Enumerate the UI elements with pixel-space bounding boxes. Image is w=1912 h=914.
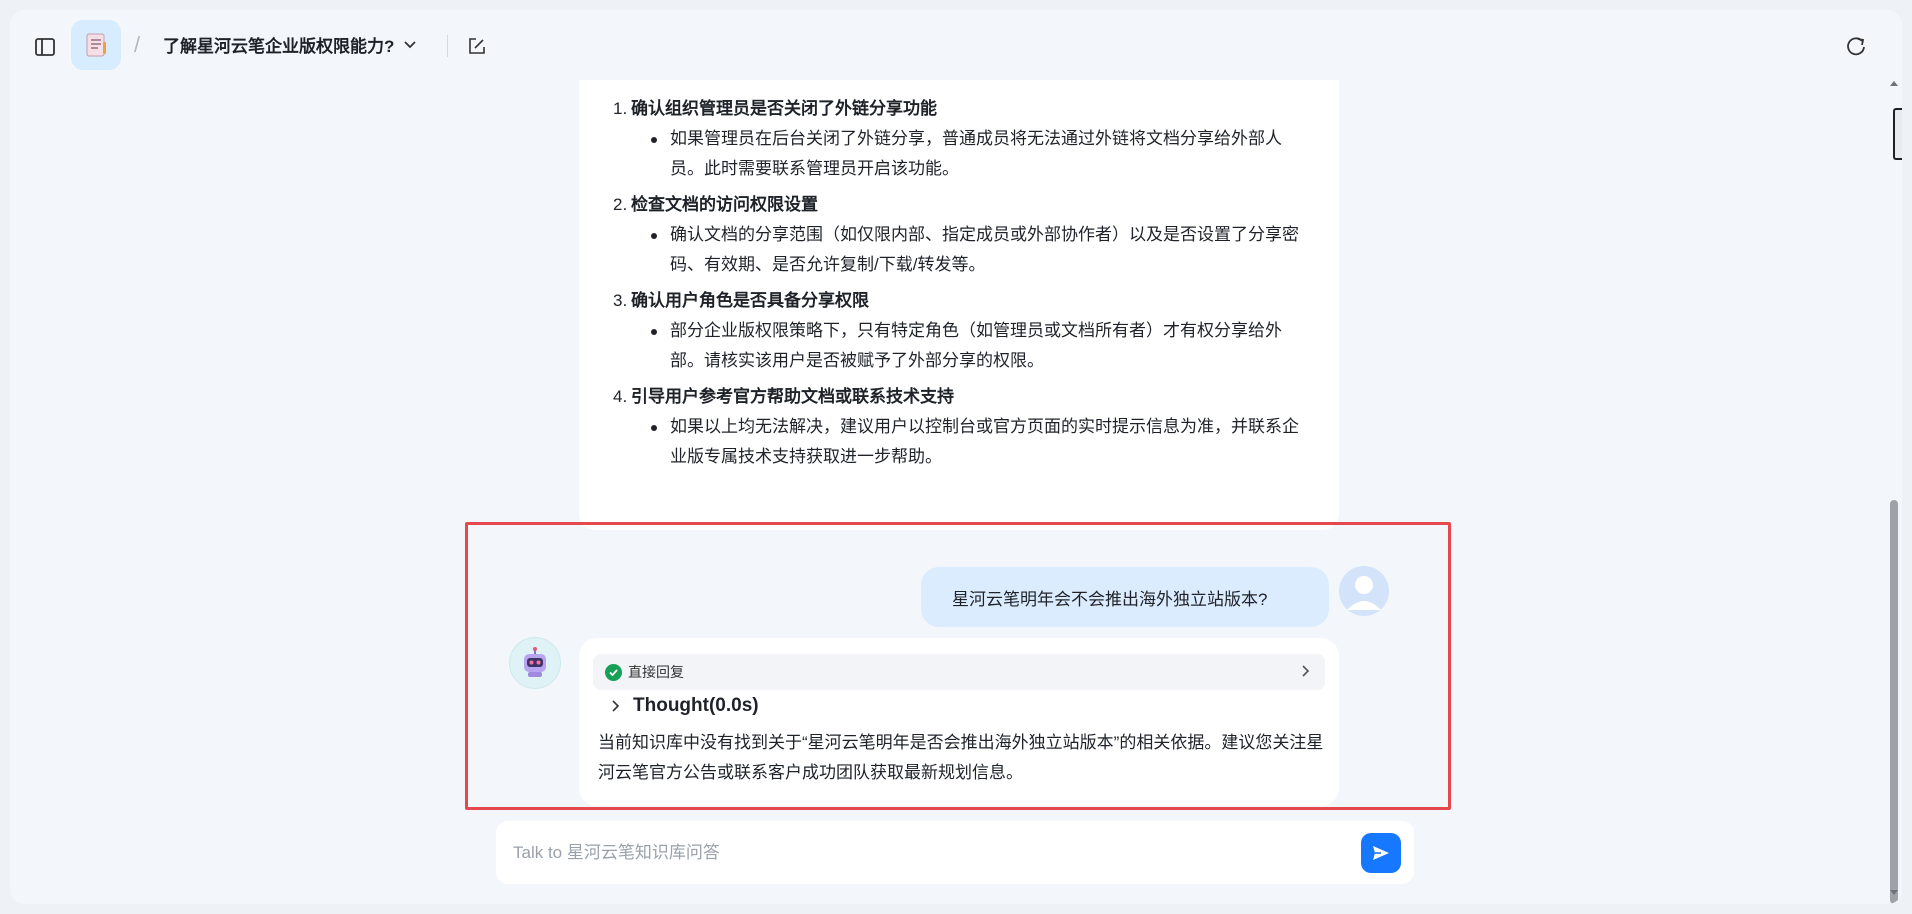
list-item: 4. 引导用户参考官方帮助文档或联系技术支持 如果以上均无法解决，建议用户以控制台… bbox=[613, 382, 1311, 472]
bullet-text: 部分企业版权限策略下，只有特定角色（如管理员或文档所有者）才有权分享给外部。请核… bbox=[670, 321, 1282, 370]
app-window: / 了解星河云笔企业版权限能力? 1. 确认组织管理员是否关闭了外链分享功能 如果… bbox=[10, 10, 1902, 904]
header-divider bbox=[447, 35, 448, 57]
bullet-dot bbox=[651, 137, 657, 143]
chat-input-bar bbox=[496, 821, 1414, 884]
bullet-dot bbox=[651, 425, 657, 431]
header-bar: / 了解星河云笔企业版权限能力? bbox=[10, 10, 1902, 80]
sidebar-toggle-icon[interactable] bbox=[34, 36, 56, 58]
scroll-down-arrow-icon[interactable] bbox=[1890, 888, 1898, 896]
scrollbar-thumb[interactable] bbox=[1890, 500, 1898, 904]
new-chat-icon[interactable] bbox=[465, 34, 489, 58]
list-heading: 确认组织管理员是否关闭了外链分享功能 bbox=[631, 99, 937, 118]
list-item: 2. 检查文档的访问权限设置 确认文档的分享范围（如仅限内部、指定成员或外部协作者… bbox=[613, 190, 1311, 280]
list-item: 3. 确认用户角色是否具备分享权限 部分企业版权限策略下，只有特定角色（如管理员或… bbox=[613, 286, 1311, 376]
refresh-icon[interactable] bbox=[1844, 34, 1868, 58]
list-heading: 引导用户参考官方帮助文档或联系技术支持 bbox=[631, 387, 954, 406]
chevron-down-icon bbox=[404, 40, 417, 48]
list-number: 1. bbox=[613, 99, 628, 118]
previous-answer-card: 1. 确认组织管理员是否关闭了外链分享功能 如果管理员在后台关闭了外链分享，普通成… bbox=[579, 80, 1339, 530]
list-item: 1. 确认组织管理员是否关闭了外链分享功能 如果管理员在后台关闭了外链分享，普通成… bbox=[613, 94, 1311, 184]
scrollbar[interactable] bbox=[1888, 80, 1900, 904]
scroll-up-arrow-icon[interactable] bbox=[1890, 80, 1898, 88]
list-number: 4. bbox=[613, 387, 628, 406]
list-number: 3. bbox=[613, 291, 628, 310]
conversation-title-dropdown[interactable]: 了解星河云笔企业版权限能力? bbox=[163, 32, 417, 57]
bullet-text: 确认文档的分享范围（如仅限内部、指定成员或外部协作者）以及是否设置了分享密码、有… bbox=[670, 225, 1299, 274]
notebook-icon bbox=[86, 33, 106, 57]
chat-input[interactable] bbox=[496, 832, 1361, 873]
list-heading: 检查文档的访问权限设置 bbox=[631, 195, 818, 214]
list-number: 2. bbox=[613, 195, 628, 214]
send-icon bbox=[1373, 845, 1389, 860]
side-panel-tab[interactable] bbox=[1893, 108, 1902, 160]
bullet-text: 如果以上均无法解决，建议用户以控制台或官方页面的实时提示信息为准，并联系企业版专… bbox=[670, 417, 1299, 466]
page-title: 了解星河云笔企业版权限能力? bbox=[163, 37, 395, 56]
send-button[interactable] bbox=[1361, 832, 1401, 873]
highlight-box bbox=[465, 522, 1451, 810]
app-logo bbox=[71, 20, 121, 70]
bullet-dot bbox=[651, 233, 657, 239]
bullet-text: 如果管理员在后台关闭了外链分享，普通成员将无法通过外链将文档分享给外部人员。此时… bbox=[670, 129, 1282, 178]
list-heading: 确认用户角色是否具备分享权限 bbox=[631, 291, 869, 310]
breadcrumb-separator: / bbox=[134, 32, 141, 57]
bullet-dot bbox=[651, 329, 657, 335]
